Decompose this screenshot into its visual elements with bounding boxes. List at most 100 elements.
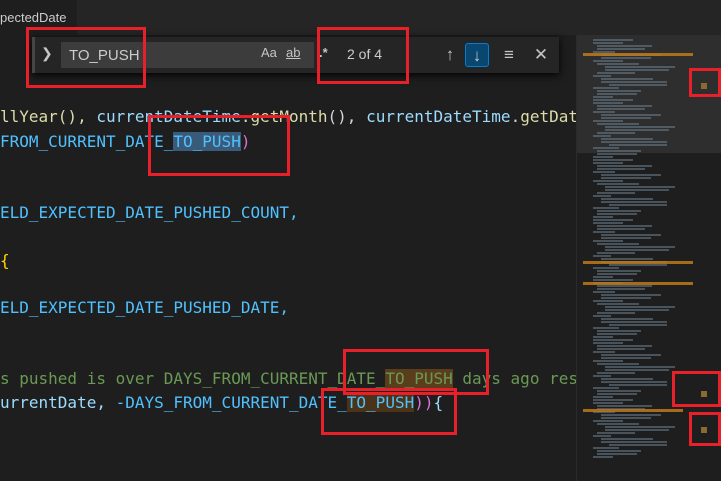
- minimap-code-line: [593, 447, 619, 449]
- code-token: -DAYS_FROM_CURRENT_DATE_: [115, 393, 347, 412]
- code-token: ELD_EXPECTED_DATE_PUSHED_DATE,: [0, 298, 289, 317]
- minimap-code-line: [597, 90, 641, 92]
- code-token: {: [433, 393, 444, 412]
- minimap-code-line: [593, 162, 623, 164]
- minimap-code-line: [593, 87, 619, 89]
- minimap-code-line: [605, 246, 675, 248]
- minimap-code-line: [609, 324, 667, 326]
- minimap-code-line: [597, 63, 639, 65]
- minimap-code-line: [597, 108, 645, 110]
- minimap-code-line: [597, 270, 641, 272]
- minimap-code-line: [601, 441, 667, 443]
- code-token: currentDateTime: [96, 107, 241, 126]
- minimap-code-line: [601, 117, 651, 119]
- minimap-code-line: [593, 456, 613, 458]
- code-line-3: ELD_EXPECTED_DATE_PUSHED_COUNT,: [0, 201, 299, 225]
- minimap-code-line: [605, 249, 669, 251]
- minimap-code-line: [605, 426, 675, 428]
- minimap-code-line: [597, 45, 652, 47]
- minimap-code-line: [597, 348, 645, 350]
- minimap-code-line: [593, 195, 611, 197]
- close-icon[interactable]: ✕: [529, 43, 553, 67]
- minimap-code-line: [593, 180, 623, 182]
- minimap-code-line: [593, 111, 615, 113]
- minimap-code-line: [593, 375, 611, 377]
- minimap-code-line: [593, 240, 623, 242]
- code-editor[interactable]: llYear(), currentDateTime. getMonth(), cu…: [0, 35, 576, 481]
- minimap-code-line: [593, 171, 615, 173]
- minimap-code-line: [597, 432, 635, 434]
- overview-ruler-match: [701, 391, 707, 397]
- minimap-code-line: [609, 264, 667, 266]
- minimap-code-line: [597, 273, 637, 275]
- minimap-code-line: [597, 390, 641, 392]
- minimap-code-line: [597, 288, 645, 290]
- minimap-code-line: [601, 294, 661, 296]
- code-token: ): [240, 132, 251, 151]
- previous-match-arrow-up-icon[interactable]: ↑: [438, 43, 462, 67]
- minimap-code-line: [601, 321, 667, 323]
- comment-token: days ago res: [452, 369, 576, 388]
- code-token: FROM_CURRENT_DATE_: [0, 132, 174, 151]
- whole-word-toggle[interactable]: ab: [286, 45, 300, 60]
- minimap-code-line: [597, 228, 645, 230]
- minimap-code-line: [601, 318, 653, 320]
- minimap-code-line: [593, 387, 619, 389]
- minimap-code-line: [609, 144, 667, 146]
- minimap-code-line: [593, 291, 615, 293]
- match-case-toggle[interactable]: Aa: [261, 45, 277, 60]
- minimap-code-line: [593, 276, 613, 278]
- minimap-code-line: [597, 312, 635, 314]
- minimap-match-highlight: [583, 261, 693, 264]
- minimap-code-line: [593, 402, 623, 404]
- minimap-code-line: [593, 216, 613, 218]
- code-line-1: llYear(), currentDateTime. getMonth(), cu…: [0, 105, 576, 129]
- minimap-code-line: [593, 267, 619, 269]
- minimap-code-line: [593, 339, 633, 341]
- minimap-code-line: [593, 156, 613, 158]
- editor-tab[interactable]: pectedDate: [0, 0, 78, 35]
- minimap-code-line: [593, 60, 623, 62]
- minimap-code-line: [593, 231, 615, 233]
- code-line-6: s pushed is over DAYS_FROM_CURRENT_DATE_…: [0, 367, 576, 391]
- minimap-code-line: [601, 381, 667, 383]
- next-match-arrow-down-icon[interactable]: ↓: [465, 43, 489, 67]
- minimap-code-line: [593, 96, 613, 98]
- minimap-code-line: [593, 360, 623, 362]
- code-token: (),: [327, 107, 367, 126]
- minimap-code-line: [601, 201, 667, 203]
- minimap-code-line: [593, 336, 613, 338]
- code-line-4: {: [0, 249, 10, 273]
- minimap-code-line: [609, 444, 667, 446]
- minimap-code-line: [601, 141, 667, 143]
- code-token: )): [414, 393, 434, 412]
- minimap-code-line: [605, 369, 669, 371]
- find-in-selection-icon[interactable]: ≡: [497, 43, 521, 67]
- minimap-code-line: [605, 309, 669, 311]
- code-line-7: urrentDate, -DAYS_FROM_CURRENT_DATE_TO_P…: [0, 391, 443, 415]
- tab-bar: pectedDate: [0, 0, 721, 35]
- minimap-match-highlight: [583, 282, 693, 285]
- minimap-code-line: [593, 420, 623, 422]
- minimap-code-line: [601, 198, 653, 200]
- minimap-code-line: [593, 120, 623, 122]
- chevron-right-icon[interactable]: ❯: [41, 45, 53, 62]
- code-token: getMonth: [250, 107, 328, 126]
- minimap-code-line: [597, 123, 639, 125]
- minimap-code-line: [597, 330, 641, 332]
- minimap-code-line: [597, 252, 635, 254]
- minimap[interactable]: [576, 35, 721, 481]
- minimap-code-line: [593, 255, 611, 257]
- code-token: {: [0, 251, 10, 270]
- minimap-code-line: [601, 234, 661, 236]
- minimap-code-line: [605, 429, 669, 431]
- minimap-code-line: [597, 303, 639, 305]
- minimap-code-line: [609, 204, 667, 206]
- find-match-current: TO_PUSH: [173, 132, 241, 151]
- minimap-code-line: [605, 126, 675, 128]
- regex-toggle[interactable]: .*: [319, 45, 328, 60]
- minimap-code-line: [609, 84, 667, 86]
- minimap-code-line: [601, 81, 667, 83]
- minimap-code-line: [601, 138, 653, 140]
- minimap-code-line: [593, 159, 633, 161]
